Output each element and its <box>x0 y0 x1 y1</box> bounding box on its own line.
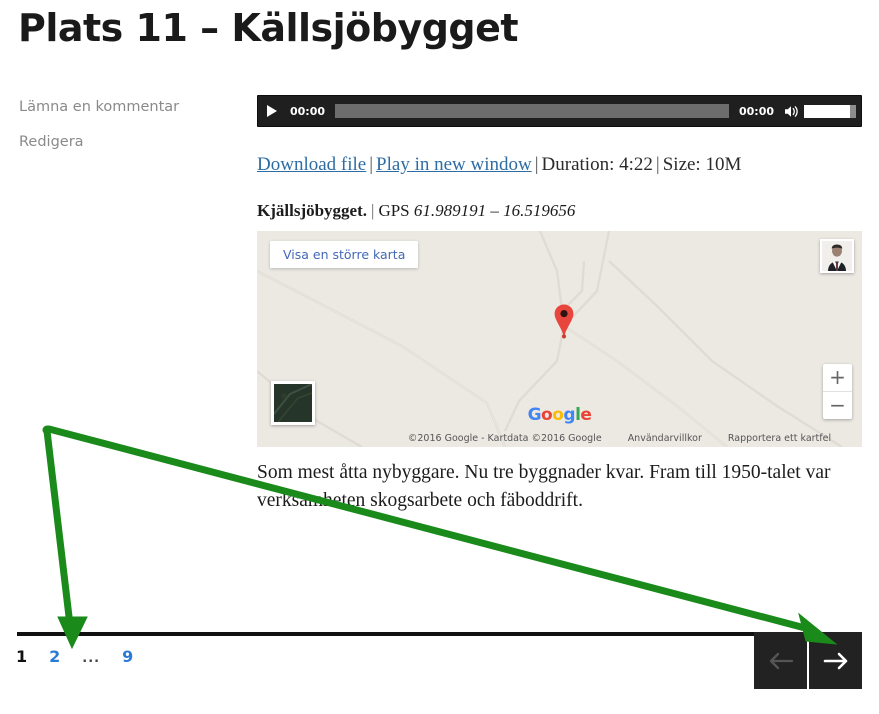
logo-letter-2: o <box>541 404 553 425</box>
logo-letter-6: e <box>580 404 592 425</box>
separator-3: | <box>655 154 660 175</box>
main-content: 00:00 00:00 Download file | Play in new wi… <box>257 95 862 535</box>
edit-post-link[interactable]: Redigera <box>19 133 229 152</box>
play-icon <box>267 105 277 117</box>
article-body: Som mest åtta nybyggare. Nu tre byggnade… <box>257 461 831 511</box>
arrow-left-icon <box>769 652 793 669</box>
current-time-display: 00:00 <box>290 104 326 118</box>
audio-player[interactable]: 00:00 00:00 <box>257 95 862 127</box>
pagination-page-1[interactable]: 1 <box>16 647 27 666</box>
pagination-page-2[interactable]: 2 <box>49 647 60 666</box>
logo-letter-1: G <box>527 404 542 425</box>
arrow-right-icon <box>823 652 847 669</box>
map-attribution: ©2016 Google - Kartdata ©2016 Google Anv… <box>257 433 862 444</box>
next-page-button[interactable] <box>809 632 862 689</box>
pagination-page-9[interactable]: 9 <box>122 647 133 666</box>
download-file-link[interactable]: Download file <box>257 154 366 175</box>
zoom-out-button[interactable]: − <box>823 392 852 419</box>
post-meta-column: Lämna en kommentar Redigera <box>19 98 229 168</box>
duration-text: Duration: 4:22 <box>541 154 653 175</box>
map-copyright: ©2016 Google - Kartdata ©2016 Google <box>407 432 602 444</box>
seek-slider[interactable] <box>335 104 729 118</box>
post-navigation <box>754 632 862 689</box>
annotation-origin-dot <box>42 425 52 435</box>
pagination: 1 2 ... 9 <box>16 647 133 666</box>
footer-divider <box>17 632 862 636</box>
location-marker[interactable] <box>552 303 576 343</box>
map-zoom-controls[interactable]: + − <box>823 363 852 419</box>
profile-photo-thumbnail[interactable] <box>820 238 854 273</box>
gps-coordinates: 61.989191 – 16.519656 <box>413 200 576 220</box>
pagination-ellipsis: ... <box>82 651 101 666</box>
satellite-thumbnail-image <box>274 383 312 422</box>
file-info-line: Download file | Play in new window | Duratio… <box>257 152 862 179</box>
play-in-new-window-link[interactable]: Play in new window <box>376 154 532 175</box>
caption-separator: | <box>371 200 375 220</box>
logo-letter-4: g <box>563 404 576 425</box>
annotation-arrow-down-line <box>43 427 74 629</box>
google-logo: Google <box>528 405 592 425</box>
place-name: Kjällsjöbygget. <box>257 200 368 220</box>
page-title: Plats 11 – Källsjöbygget <box>18 6 519 50</box>
total-time-display: 00:00 <box>738 104 774 118</box>
separator-1: | <box>369 154 374 175</box>
play-button[interactable] <box>258 96 284 126</box>
logo-letter-3: o <box>552 404 564 425</box>
volume-slider[interactable] <box>804 104 856 118</box>
view-larger-map-button[interactable]: Visa en större karta <box>270 240 419 268</box>
size-text: Size: 10M <box>662 154 742 175</box>
gps-prefix: GPS <box>378 200 410 220</box>
terms-of-use-link[interactable]: Användarvillkor <box>628 433 702 444</box>
previous-page-button[interactable] <box>754 632 807 689</box>
speaker-icon[interactable] <box>780 100 802 122</box>
leave-comment-link[interactable]: Lämna en kommentar <box>19 98 229 117</box>
report-map-error-link[interactable]: Rapportera ett kartfel <box>728 433 831 444</box>
satellite-view-thumbnail[interactable] <box>271 380 315 425</box>
embedded-map[interactable]: Visa en större karta + − Google ©2016 Go… <box>257 230 862 447</box>
separator-2: | <box>534 154 539 175</box>
caption-gps-line: Kjällsjöbygget. | GPS 61.989191 – 16.51965… <box>257 201 862 221</box>
zoom-in-button[interactable]: + <box>823 364 852 392</box>
